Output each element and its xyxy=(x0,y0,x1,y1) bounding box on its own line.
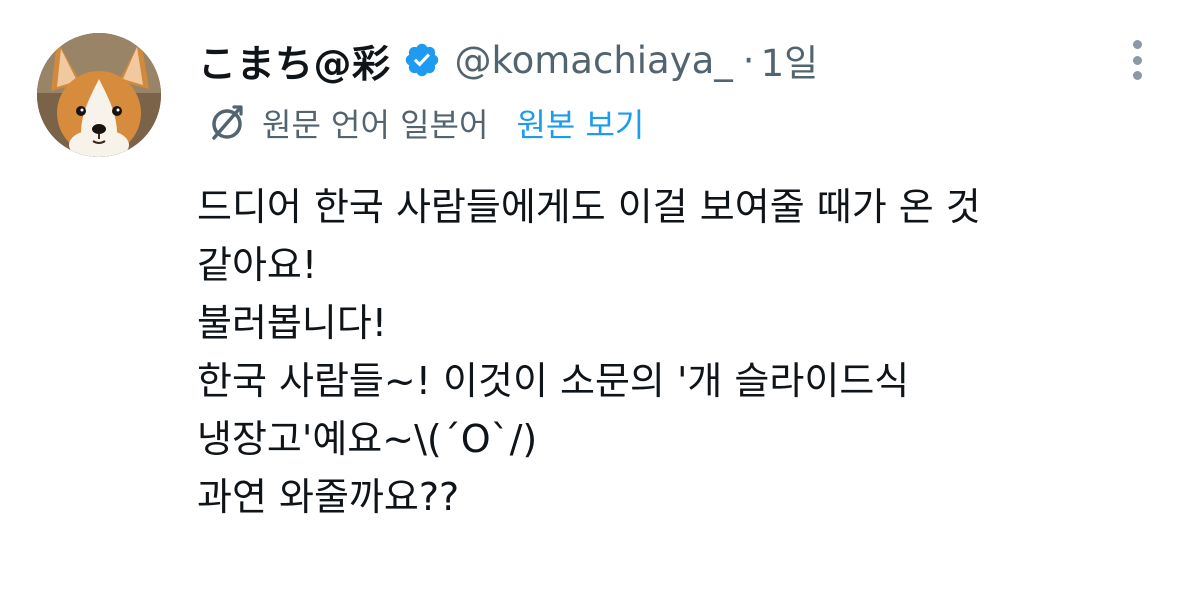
tweet-header: こまち@彩 @komachiaya_ · 1일 xyxy=(198,30,818,90)
tweet-text-line: 불러봅니다! xyxy=(197,301,388,345)
tweet-text-line: 드디어 한국 사람들에게도 이걸 보여줄 때가 온 것 xyxy=(197,185,981,229)
tweet-text-line: 같아요! xyxy=(197,243,318,287)
more-dot xyxy=(1132,71,1142,80)
more-dot xyxy=(1132,40,1142,49)
tweet-text-line: 한국 사람들~! 이것이 소문의 '개 슬라이드식 xyxy=(197,359,910,403)
handle[interactable]: @komachiaya_ xyxy=(455,39,733,82)
separator-dot: · xyxy=(742,38,755,82)
corgi-avatar-image xyxy=(37,33,161,157)
translate-icon xyxy=(206,102,248,144)
more-vertical-icon[interactable] xyxy=(1120,36,1154,84)
translation-bar: 원문 언어 일본어 원본 보기 xyxy=(206,100,644,146)
verified-badge-icon xyxy=(403,41,441,79)
tweet-text-line: 냉장고'예요~\(´O`/) xyxy=(197,417,538,461)
more-dot xyxy=(1132,55,1142,65)
tweet-text: 드디어 한국 사람들에게도 이걸 보여줄 때가 온 것 같아요! 불러봅니다! … xyxy=(197,178,1157,526)
tweet-timestamp[interactable]: 1일 xyxy=(761,33,819,87)
original-language-label: 원문 언어 일본어 xyxy=(262,106,489,144)
tweet-text-line: 과연 와줄까요?? xyxy=(197,475,460,519)
view-original-link[interactable]: 원본 보기 xyxy=(516,100,644,146)
display-name[interactable]: こまち@彩 xyxy=(198,33,391,88)
avatar[interactable] xyxy=(37,33,161,157)
tweet-card: こまち@彩 @komachiaya_ · 1일 원문 언어 일본어 원본 보기 … xyxy=(0,0,1200,600)
